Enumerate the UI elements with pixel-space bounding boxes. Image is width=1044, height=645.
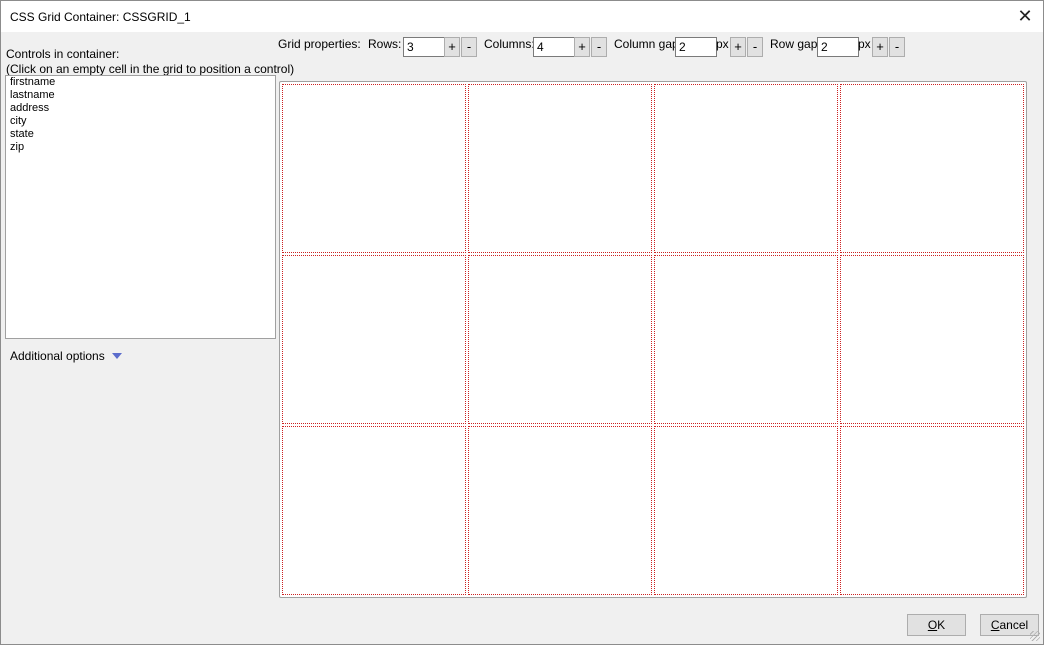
controls-label: Controls in container: <box>6 47 120 61</box>
title-bar: CSS Grid Container: CSSGRID_1 ✕ <box>1 1 1043 32</box>
columns-input[interactable]: 4 <box>533 37 575 57</box>
column-gap-plus-button[interactable]: + <box>730 37 746 57</box>
grid-cell[interactable] <box>840 426 1024 595</box>
row-gap-plus-button[interactable]: + <box>872 37 888 57</box>
additional-options-toggle[interactable]: Additional options <box>10 349 122 363</box>
window-title: CSS Grid Container: CSSGRID_1 <box>10 10 191 24</box>
ok-button[interactable]: OK <box>907 614 966 636</box>
column-gap-input[interactable]: 2 <box>675 37 717 57</box>
row-gap-input[interactable]: 2 <box>817 37 859 57</box>
controls-hint: (Click on an empty cell in the grid to p… <box>6 62 295 76</box>
list-item[interactable]: state <box>6 128 275 141</box>
column-gap-unit: px <box>716 37 729 51</box>
grid-cell[interactable] <box>654 255 838 424</box>
rows-input[interactable]: 3 <box>403 37 445 57</box>
grid-cell[interactable] <box>654 84 838 253</box>
rows-plus-button[interactable]: + <box>444 37 460 57</box>
grid-cell[interactable] <box>840 255 1024 424</box>
columns-minus-button[interactable]: - <box>591 37 607 57</box>
cancel-label-rest: ancel <box>999 618 1029 632</box>
grid-cell[interactable] <box>468 84 652 253</box>
close-icon[interactable]: ✕ <box>1013 5 1037 27</box>
controls-list[interactable]: firstname lastname address city state zi… <box>5 75 276 339</box>
row-gap-unit: px <box>858 37 871 51</box>
grid-cell[interactable] <box>654 426 838 595</box>
columns-plus-button[interactable]: + <box>574 37 590 57</box>
grid-cell[interactable] <box>282 255 466 424</box>
list-item[interactable]: city <box>6 115 275 128</box>
column-gap-minus-button[interactable]: - <box>747 37 763 57</box>
additional-options-label: Additional options <box>10 349 105 363</box>
list-item[interactable]: lastname <box>6 89 275 102</box>
column-gap-label: Column gap <box>614 37 679 51</box>
rows-minus-button[interactable]: - <box>461 37 477 57</box>
list-item[interactable]: address <box>6 102 275 115</box>
grid-cell[interactable] <box>468 426 652 595</box>
list-item[interactable]: firstname <box>6 76 275 89</box>
grid-cell[interactable] <box>282 426 466 595</box>
dialog-window: CSS Grid Container: CSSGRID_1 ✕ Controls… <box>0 0 1044 645</box>
grid-preview <box>279 81 1027 598</box>
ok-label-rest: K <box>937 618 946 632</box>
row-gap-minus-button[interactable]: - <box>889 37 905 57</box>
grid-cell[interactable] <box>468 255 652 424</box>
grid-cell[interactable] <box>282 84 466 253</box>
grid-cell[interactable] <box>840 84 1024 253</box>
grid-properties-label: Grid properties: <box>278 37 361 51</box>
rows-label: Rows: <box>368 37 402 51</box>
ok-mnemonic: O <box>927 618 938 632</box>
list-item[interactable]: zip <box>6 141 275 154</box>
columns-label: Columns: <box>484 37 535 51</box>
row-gap-label: Row gap <box>770 37 818 51</box>
chevron-down-icon <box>111 353 122 359</box>
resize-grip-icon[interactable] <box>1030 631 1040 641</box>
